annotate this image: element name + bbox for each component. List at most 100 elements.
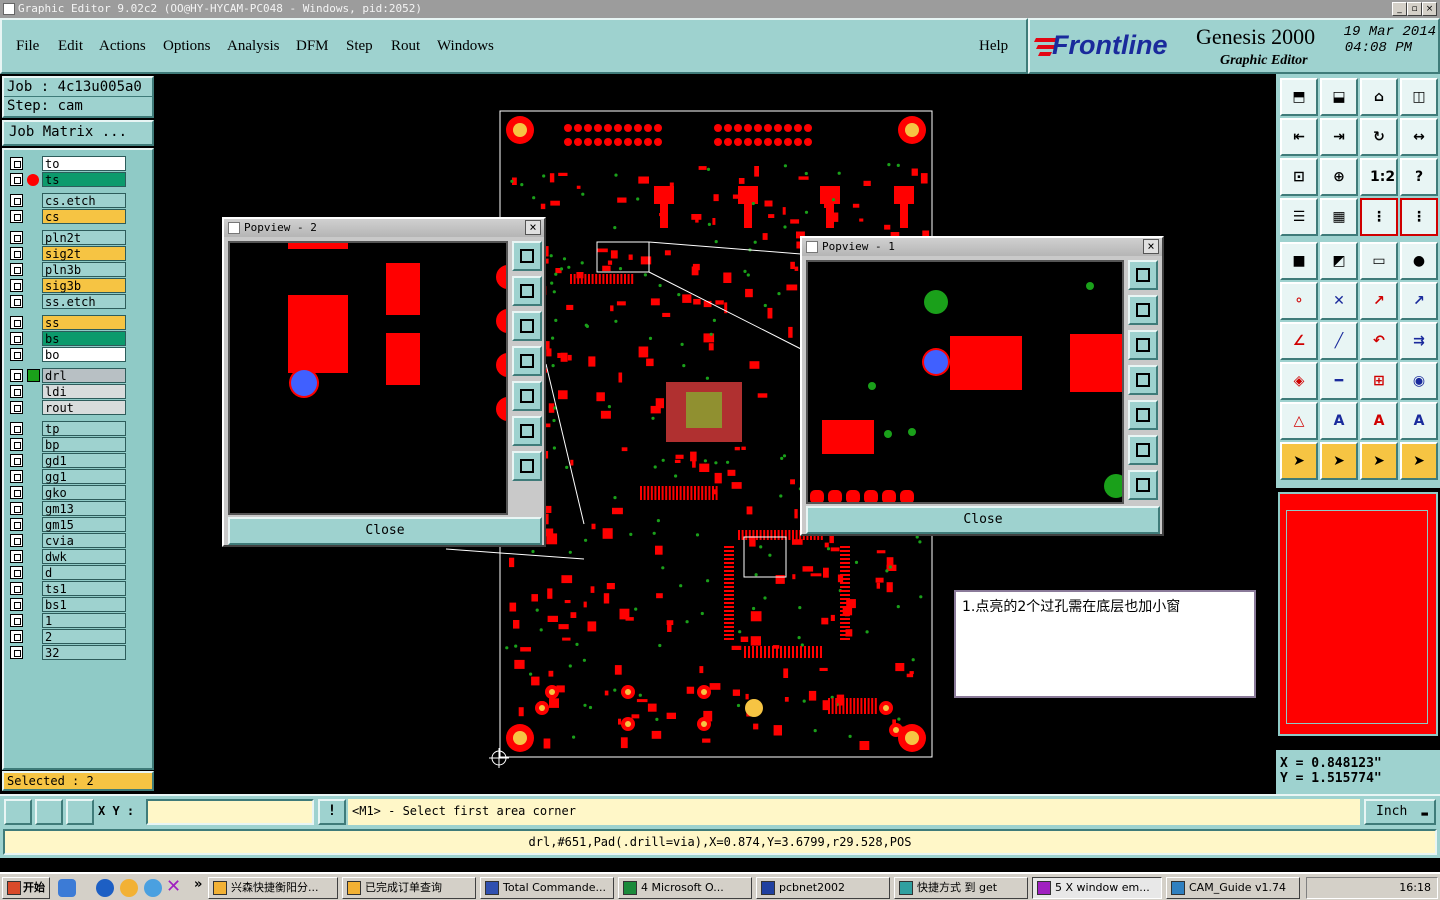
layer-name[interactable]: 1 bbox=[42, 613, 126, 628]
popview-pan-right-icon[interactable] bbox=[512, 381, 542, 411]
popview-2-close-x[interactable]: × bbox=[525, 220, 541, 235]
layer-checkbox[interactable] bbox=[10, 369, 23, 382]
copy-icon[interactable]: ↗ bbox=[1400, 282, 1438, 320]
ruler-icon[interactable]: ▭ bbox=[1360, 242, 1398, 280]
clock-app-icon[interactable] bbox=[120, 879, 138, 897]
list-icon[interactable]: ☰ bbox=[1280, 198, 1318, 236]
x-server-icon[interactable]: ✕ bbox=[166, 876, 181, 897]
layer-row[interactable]: bs bbox=[8, 331, 126, 346]
layer-row[interactable]: pln3b bbox=[8, 262, 126, 277]
job-matrix-button[interactable]: Job Matrix ... bbox=[2, 120, 154, 146]
angle-icon[interactable]: ∠ bbox=[1280, 322, 1318, 360]
popview-zoom-in-icon[interactable] bbox=[1128, 470, 1158, 500]
polygon-icon[interactable]: ◩ bbox=[1320, 242, 1358, 280]
text-icon[interactable]: A bbox=[1320, 402, 1358, 440]
zoom-home-icon[interactable]: ⊕ bbox=[1320, 158, 1358, 196]
layer-checkbox[interactable] bbox=[10, 646, 23, 659]
layer-name[interactable]: bs bbox=[42, 331, 126, 346]
menu-analysis[interactable]: Analysis bbox=[227, 38, 280, 55]
layer-checkbox[interactable] bbox=[10, 454, 23, 467]
popview-pan-up-icon[interactable] bbox=[512, 276, 542, 306]
layer-name[interactable]: d bbox=[42, 565, 126, 580]
triangle-icon[interactable]: △ bbox=[1280, 402, 1318, 440]
layer-name[interactable]: to bbox=[42, 156, 126, 171]
layer-checkbox[interactable] bbox=[10, 385, 23, 398]
menu-dfm[interactable]: DFM bbox=[296, 38, 329, 55]
layer-row[interactable]: cvia bbox=[8, 533, 126, 548]
pan-horizontal-icon[interactable]: ↔ bbox=[1400, 118, 1438, 156]
layer-name[interactable]: gm13 bbox=[42, 501, 126, 516]
pointer-alt-icon[interactable]: ➤ bbox=[1360, 442, 1398, 480]
circle-icon[interactable]: ● bbox=[1400, 242, 1438, 280]
layer-row[interactable]: sig2t bbox=[8, 246, 126, 261]
layer-row[interactable]: bo bbox=[8, 347, 126, 362]
cross-icon[interactable]: ✕ bbox=[1320, 282, 1358, 320]
xy-input[interactable] bbox=[146, 799, 314, 825]
layer-row[interactable]: pln2t bbox=[8, 230, 126, 245]
task-button[interactable]: 已完成订单查询 bbox=[342, 877, 476, 899]
popview-pan-down-icon[interactable] bbox=[1128, 330, 1158, 360]
popview-pan-down-icon[interactable] bbox=[512, 311, 542, 341]
measure-icon[interactable]: ⊞ bbox=[1360, 362, 1398, 400]
grid-icon[interactable]: ▦ bbox=[1320, 198, 1358, 236]
popview-zoom-fit-icon[interactable] bbox=[512, 241, 542, 271]
menu-help[interactable]: Help bbox=[979, 38, 1008, 55]
task-button[interactable]: 4 Microsoft O... bbox=[618, 877, 752, 899]
quicklaunch-app-icon[interactable] bbox=[58, 879, 76, 897]
feature-select-alt-icon[interactable]: ⋮ bbox=[1400, 198, 1438, 236]
menu-file[interactable]: File bbox=[16, 38, 39, 55]
layer-row[interactable]: drl bbox=[8, 368, 126, 383]
layer-name[interactable]: cs.etch bbox=[42, 193, 126, 208]
layer-name[interactable]: gm15 bbox=[42, 517, 126, 532]
layer-row[interactable]: sig3b bbox=[8, 278, 126, 293]
layer-name[interactable]: ts1 bbox=[42, 581, 126, 596]
layer-checkbox[interactable] bbox=[10, 566, 23, 579]
group-icon[interactable]: ◉ bbox=[1400, 362, 1438, 400]
layer-row[interactable]: 1 bbox=[8, 613, 126, 628]
snap-icon[interactable]: ◈ bbox=[1280, 362, 1318, 400]
layer-checkbox[interactable] bbox=[10, 263, 23, 276]
layer-checkbox[interactable] bbox=[10, 316, 23, 329]
layer-row[interactable]: ts1 bbox=[8, 581, 126, 596]
layer-checkbox[interactable] bbox=[10, 470, 23, 483]
layer-name[interactable]: rout bbox=[42, 400, 126, 415]
pad-icon[interactable]: ■ bbox=[1280, 242, 1318, 280]
layer-down-icon[interactable]: ⬓ bbox=[1320, 78, 1358, 116]
text-bold-icon[interactable]: A bbox=[1360, 402, 1398, 440]
layer-row[interactable]: gko bbox=[8, 485, 126, 500]
layer-row[interactable]: gm13 bbox=[8, 501, 126, 516]
layer-checkbox[interactable] bbox=[10, 401, 23, 414]
layer-checkbox[interactable] bbox=[10, 247, 23, 260]
overview-map[interactable] bbox=[1278, 492, 1438, 736]
layer-checkbox[interactable] bbox=[10, 534, 23, 547]
pointer-box-icon[interactable]: ➤ bbox=[1320, 442, 1358, 480]
unit-selector[interactable]: Inch ▬ bbox=[1364, 799, 1436, 825]
menu-rout[interactable]: Rout bbox=[391, 38, 420, 55]
popview-zoom-out-icon[interactable] bbox=[1128, 435, 1158, 465]
layer-name[interactable]: 2 bbox=[42, 629, 126, 644]
align-icon[interactable]: ⇉ bbox=[1400, 322, 1438, 360]
layer-name[interactable]: gg1 bbox=[42, 469, 126, 484]
layer-checkbox[interactable] bbox=[10, 502, 23, 515]
layer-checkbox[interactable] bbox=[10, 598, 23, 611]
layer-row[interactable]: ldi bbox=[8, 384, 126, 399]
menu-step[interactable]: Step bbox=[346, 38, 373, 55]
popview-1-canvas[interactable] bbox=[806, 260, 1124, 504]
layer-checkbox[interactable] bbox=[10, 518, 23, 531]
minimize-button[interactable]: _ bbox=[1392, 2, 1407, 16]
pointer-icon[interactable]: ➤ bbox=[1280, 442, 1318, 480]
ie-icon[interactable] bbox=[96, 879, 114, 897]
layer-name[interactable]: dwk bbox=[42, 549, 126, 564]
popview-1-titlebar[interactable]: Popview - 1 × bbox=[802, 238, 1162, 256]
popview-pan-up-icon[interactable] bbox=[1128, 295, 1158, 325]
menu-actions[interactable]: Actions bbox=[99, 38, 146, 55]
layer-row[interactable]: cs.etch bbox=[8, 193, 126, 208]
zoom-fit-icon[interactable]: ⊡ bbox=[1280, 158, 1318, 196]
home-icon[interactable]: ⌂ bbox=[1360, 78, 1398, 116]
layer-name[interactable]: drl bbox=[42, 368, 126, 383]
layer-checkbox[interactable] bbox=[10, 614, 23, 627]
exclamation-button[interactable]: ! bbox=[318, 799, 346, 825]
layer-checkbox[interactable] bbox=[10, 194, 23, 207]
layer-checkbox[interactable] bbox=[10, 348, 23, 361]
layer-row[interactable]: d bbox=[8, 565, 126, 580]
